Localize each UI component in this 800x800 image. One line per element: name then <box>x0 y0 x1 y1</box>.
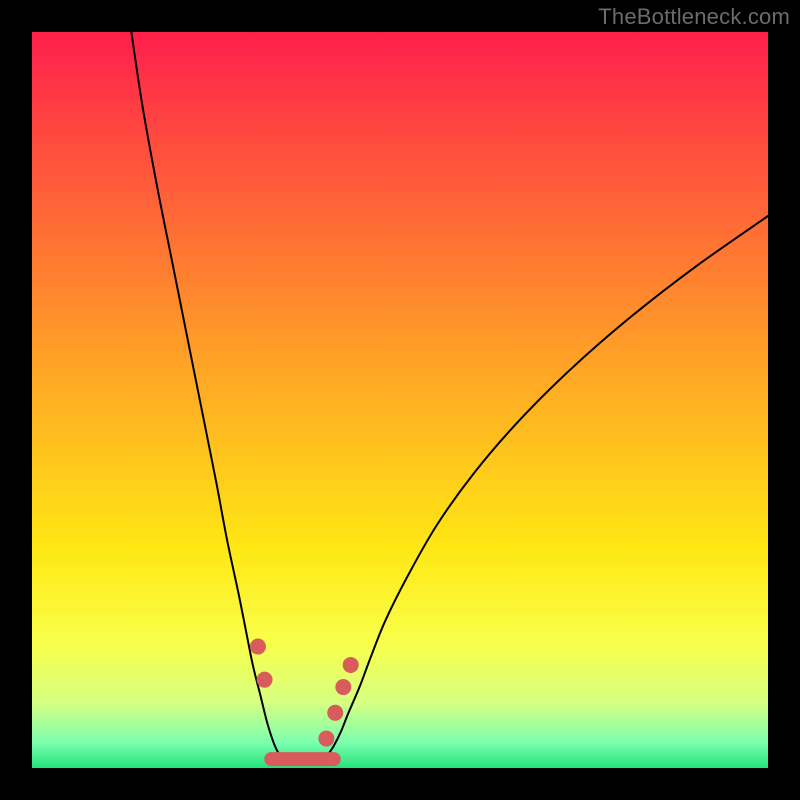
left-lower-dot <box>257 672 273 688</box>
watermark-text: TheBottleneck.com <box>598 4 790 30</box>
plot-area <box>32 32 768 768</box>
bottleneck-chart <box>32 32 768 768</box>
right-dot-1 <box>318 731 334 747</box>
right-dot-3 <box>335 679 351 695</box>
left-upper-dot <box>250 639 266 655</box>
chart-frame: TheBottleneck.com <box>0 0 800 800</box>
chart-background <box>32 32 768 768</box>
right-dot-4 <box>343 657 359 673</box>
right-dot-2 <box>327 705 343 721</box>
